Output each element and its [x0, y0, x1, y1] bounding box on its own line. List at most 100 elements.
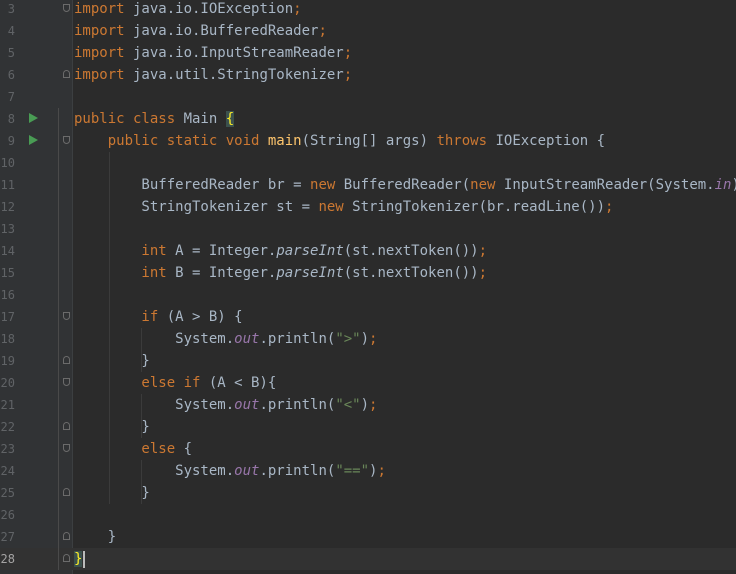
code-line[interactable]: 6 import java.util.StringTokenizer;: [0, 64, 736, 86]
code-text[interactable]: public class Main {: [74, 108, 235, 130]
code-line[interactable]: 23 else {: [0, 438, 736, 460]
code-token: import: [74, 67, 125, 83]
fold-start-icon[interactable]: [63, 136, 70, 144]
code-line[interactable]: 28}: [0, 548, 736, 570]
code-text[interactable]: int A = Integer.parseInt(st.nextToken())…: [74, 240, 487, 262]
run-icon[interactable]: [29, 135, 38, 145]
line-number: 5: [7, 46, 15, 60]
code-line[interactable]: 4 import java.io.BufferedReader;: [0, 20, 736, 42]
line-number: 10: [0, 156, 15, 170]
code-line[interactable]: 14 int A = Integer.parseInt(st.nextToken…: [0, 240, 736, 262]
code-text[interactable]: }: [74, 482, 149, 504]
code-token: out: [234, 331, 260, 347]
code-line[interactable]: 7: [0, 86, 736, 108]
code-token: B = Integer.: [175, 265, 277, 281]
code-line[interactable]: 11 BufferedReader br = new BufferedReade…: [0, 174, 736, 196]
code-text[interactable]: System.out.println("==");: [74, 460, 386, 482]
fold-end-icon[interactable]: [63, 70, 70, 78]
code-line[interactable]: 13: [0, 218, 736, 240]
code-token: }: [74, 551, 83, 567]
fold-start-icon[interactable]: [63, 378, 70, 386]
code-text[interactable]: }: [74, 526, 116, 548]
fold-start-icon[interactable]: [63, 444, 70, 452]
code-text[interactable]: if (A > B) {: [74, 306, 242, 328]
code-token: ;: [293, 1, 302, 17]
code-line[interactable]: 21 System.out.println("<");: [0, 394, 736, 416]
code-line[interactable]: 17 if (A > B) {: [0, 306, 736, 328]
code-token: if: [74, 309, 167, 325]
code-line[interactable]: 3 import java.io.IOException;: [0, 0, 736, 20]
code-line[interactable]: 16: [0, 284, 736, 306]
code-text[interactable]: import java.io.BufferedReader;: [74, 20, 327, 42]
code-line[interactable]: 27 }: [0, 526, 736, 548]
code-line[interactable]: 26: [0, 504, 736, 526]
code-line[interactable]: 22 }: [0, 416, 736, 438]
fold-start-icon[interactable]: [63, 4, 70, 12]
code-token: java.util.StringTokenizer: [124, 67, 344, 83]
code-text[interactable]: public static void main(String[] args) t…: [74, 130, 605, 152]
code-token: ;: [318, 23, 327, 39]
code-text[interactable]: BufferedReader br = new BufferedReader(n…: [74, 174, 736, 196]
code-line[interactable]: 8 public class Main {: [0, 108, 736, 130]
code-text[interactable]: }: [74, 416, 150, 438]
code-text[interactable]: System.out.println(">");: [74, 328, 377, 350]
code-token: ;: [377, 463, 386, 479]
code-token: ;: [343, 45, 353, 61]
line-number: 20: [0, 376, 15, 390]
fold-end-icon[interactable]: [63, 488, 70, 496]
code-token: (st.nextToken()): [343, 265, 479, 281]
code-text[interactable]: else {: [74, 438, 192, 460]
fold-end-icon[interactable]: [63, 422, 70, 430]
code-line[interactable]: 25 }: [0, 482, 736, 504]
line-number: 4: [7, 24, 15, 38]
code-text[interactable]: int B = Integer.parseInt(st.nextToken())…: [74, 262, 487, 284]
code-text[interactable]: StringTokenizer st = new StringTokenizer…: [74, 196, 613, 218]
line-number: 7: [7, 90, 15, 104]
code-text[interactable]: import java.io.InputStreamReader;: [74, 42, 352, 64]
fold-end-icon[interactable]: [63, 356, 70, 364]
code-token: throws: [436, 133, 496, 149]
code-line[interactable]: 24 System.out.println("==");: [0, 460, 736, 482]
line-number: 28: [0, 552, 15, 566]
code-token: java.io.IOException: [124, 1, 294, 17]
code-token: import: [74, 23, 125, 39]
fold-end-icon[interactable]: [63, 554, 70, 562]
code-line[interactable]: 20 else if (A < B){: [0, 372, 736, 394]
code-token: }: [74, 419, 150, 435]
code-line[interactable]: 15 int B = Integer.parseInt(st.nextToken…: [0, 262, 736, 284]
code-line[interactable]: 5 import java.io.InputStreamReader;: [0, 42, 736, 64]
line-number: 23: [0, 442, 15, 456]
code-token: ): [360, 331, 370, 347]
code-token: BufferedReader(: [343, 177, 471, 193]
code-token: new: [470, 177, 504, 193]
run-icon[interactable]: [29, 113, 38, 123]
line-number: 13: [0, 222, 15, 236]
line-number: 21: [0, 398, 15, 412]
scope-indicator: [58, 108, 59, 570]
indent-guide: [141, 328, 142, 372]
code-text[interactable]: else if (A < B){: [74, 372, 276, 394]
code-token: }: [74, 353, 150, 369]
code-token: java.io.InputStreamReader: [124, 45, 344, 61]
code-line[interactable]: 9 public static void main(String[] args)…: [0, 130, 736, 152]
code-text[interactable]: import java.util.StringTokenizer;: [74, 64, 352, 86]
code-text[interactable]: import java.io.IOException;: [74, 0, 302, 20]
code-editor[interactable]: 3 import java.io.IOException; 4 import java…: [0, 0, 736, 574]
code-token: ): [360, 397, 370, 413]
fold-start-icon[interactable]: [63, 312, 70, 320]
code-line[interactable]: 12 StringTokenizer st = new StringTokeni…: [0, 196, 736, 218]
code-token: out: [234, 463, 260, 479]
code-token: A = Integer.: [175, 243, 277, 259]
line-number: 15: [0, 266, 15, 280]
code-token: (st.nextToken()): [343, 243, 479, 259]
line-number: 25: [0, 486, 15, 500]
code-token: Main: [183, 111, 226, 127]
fold-end-icon[interactable]: [63, 532, 70, 540]
code-line[interactable]: 10: [0, 152, 736, 174]
code-text[interactable]: }: [74, 548, 83, 570]
code-line[interactable]: 19 }: [0, 350, 736, 372]
code-token: import: [74, 45, 125, 61]
code-text[interactable]: System.out.println("<");: [74, 394, 377, 416]
code-text[interactable]: }: [74, 350, 150, 372]
code-line[interactable]: 18 System.out.println(">");: [0, 328, 736, 350]
